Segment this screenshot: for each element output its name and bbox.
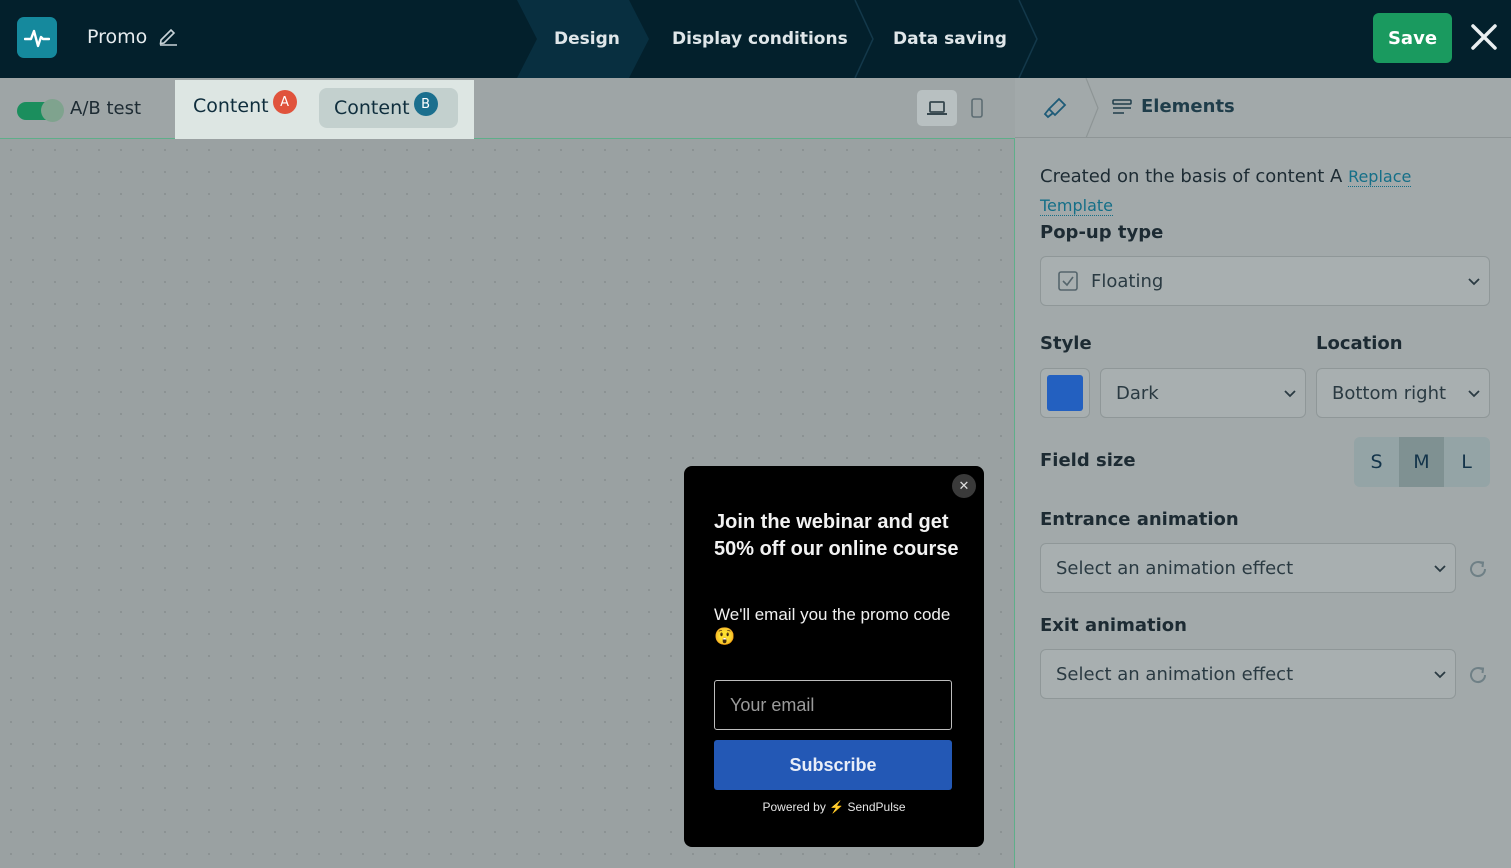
exit-animation-select[interactable]: Select an animation effect [1040, 649, 1456, 699]
chevron-down-icon [1468, 278, 1480, 286]
entrance-animation-select[interactable]: Select an animation effect [1040, 543, 1456, 593]
chevron-down-icon [1434, 565, 1446, 573]
location-label: Location [1316, 333, 1403, 354]
refresh-icon[interactable] [1467, 558, 1489, 580]
tab-content-a-label: Content [193, 95, 269, 117]
subscribe-button[interactable]: Subscribe [714, 740, 952, 790]
entrance-animation-label: Entrance animation [1040, 509, 1239, 530]
popup-type-select[interactable]: Floating [1040, 256, 1490, 306]
popup-preview[interactable]: ✕ Join the webinar and get 50% off our o… [684, 466, 984, 847]
created-text: Created on the basis of content A [1040, 166, 1343, 187]
tab-content-a[interactable]: Content A [193, 90, 297, 117]
style-select[interactable]: Dark [1100, 368, 1306, 418]
popup-subtext[interactable]: We'll email you the promo code 😲 [714, 604, 954, 648]
pulse-icon [24, 29, 50, 47]
pencil-icon[interactable] [158, 26, 178, 46]
laptop-icon [927, 101, 947, 115]
style-color-swatch[interactable] [1040, 368, 1090, 418]
step-display-conditions[interactable]: Display conditions [672, 0, 848, 78]
settings-panel: Elements Created on the basis of content… [1015, 78, 1511, 868]
top-bar: Promo Design Display conditions Data sav… [0, 0, 1511, 78]
mobile-view-button[interactable] [960, 90, 994, 126]
variant-a-badge: A [272, 90, 297, 114]
size-m-button[interactable]: M [1399, 437, 1444, 487]
field-size-selector: S M L [1354, 437, 1490, 487]
popup-type-label: Pop-up type [1040, 222, 1164, 243]
elements-tab[interactable]: Elements [1112, 96, 1235, 117]
desktop-view-button[interactable] [917, 90, 957, 126]
location-value: Bottom right [1332, 382, 1447, 404]
popup-close-icon[interactable]: ✕ [952, 474, 976, 498]
field-size-label: Field size [1040, 450, 1136, 471]
ab-test-label: A/B test [70, 98, 142, 119]
template-link[interactable]: Template [1040, 196, 1114, 216]
step-design[interactable]: Design [517, 0, 649, 78]
panel-body: Created on the basis of content A Replac… [1040, 162, 1490, 220]
variant-b-badge: B [413, 92, 438, 116]
device-switcher [916, 90, 994, 126]
page-title: Promo [87, 26, 148, 48]
panel-header: Elements [1015, 78, 1511, 138]
checkbox-icon [1058, 271, 1078, 291]
refresh-icon[interactable] [1467, 664, 1489, 686]
size-l-button[interactable]: L [1444, 437, 1489, 487]
ab-test-toggle-knob[interactable] [41, 99, 64, 122]
replace-link[interactable]: Replace [1348, 167, 1412, 187]
powered-by-prefix: Powered by [762, 800, 826, 814]
tab-content-b[interactable]: Content B [319, 88, 458, 128]
color-swatch-fill [1047, 375, 1083, 411]
location-select[interactable]: Bottom right [1316, 368, 1490, 418]
style-label: Style [1040, 333, 1092, 354]
sendpulse-brand: SendPulse [847, 800, 906, 814]
popup-type-value: Floating [1091, 270, 1164, 292]
save-button[interactable]: Save [1373, 13, 1452, 63]
popup-heading[interactable]: Join the webinar and get 50% off our onl… [714, 509, 964, 563]
mobile-phone-icon [971, 98, 983, 118]
editor-toolbar: A/B test Content A Content B [0, 78, 1015, 150]
chevron-down-icon [1434, 671, 1446, 679]
app-logo[interactable] [17, 17, 57, 58]
close-icon[interactable] [1470, 23, 1498, 51]
brush-icon[interactable] [1043, 97, 1067, 119]
tab-content-b-label: Content [334, 97, 410, 119]
exit-animation-label: Exit animation [1040, 615, 1187, 636]
chevron-down-icon [1284, 390, 1296, 398]
breadcrumb-separator-icon [1085, 78, 1099, 138]
elements-label: Elements [1141, 96, 1235, 117]
template-info: Created on the basis of content A Replac… [1040, 162, 1490, 220]
lightning-icon: ⚡ [829, 800, 845, 814]
size-s-button[interactable]: S [1354, 437, 1399, 487]
popup-email-input[interactable] [714, 680, 952, 730]
list-icon [1112, 98, 1132, 114]
powered-by: Powered by ⚡ SendPulse [684, 800, 984, 814]
exit-animation-value: Select an animation effect [1056, 663, 1294, 685]
step-separator-icon [1018, 0, 1038, 78]
step-data-saving[interactable]: Data saving [893, 0, 1007, 78]
chevron-down-icon [1468, 390, 1480, 398]
style-value: Dark [1116, 382, 1159, 404]
entrance-animation-value: Select an animation effect [1056, 557, 1294, 579]
step-separator-icon [854, 0, 874, 78]
